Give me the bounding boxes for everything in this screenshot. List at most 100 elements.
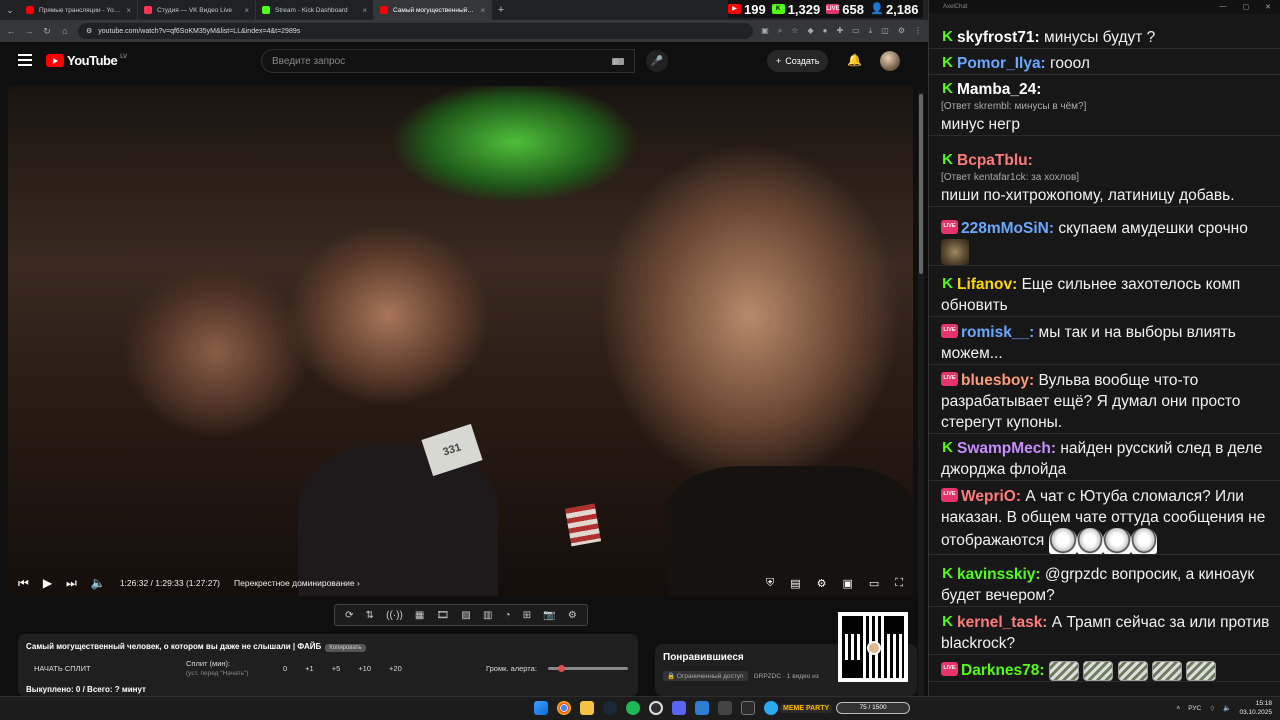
browser-tab-youtube-live[interactable]: Прямые трансляции - YouTube × (20, 0, 138, 20)
chat-username[interactable]: Lifanov: (957, 276, 1017, 293)
add-icon[interactable]: ⊞ (523, 610, 531, 621)
film-icon[interactable]: 🎞 (437, 610, 450, 621)
spotify-icon[interactable] (626, 701, 640, 715)
minimize-icon[interactable]: — (1220, 3, 1227, 11)
notifications-bell-icon[interactable]: 🔔 (847, 53, 862, 67)
chat-username[interactable]: BcpaTblu: (957, 152, 1033, 169)
chat-username[interactable]: 228mMoSiN: (961, 220, 1054, 237)
chat-username[interactable]: SwampMech: (957, 440, 1056, 457)
audio-icon[interactable]: ((·)) (386, 610, 403, 621)
sponsorblock-icon[interactable]: ⛨ (766, 577, 774, 590)
split-add-10-button[interactable]: +10 (358, 664, 371, 673)
video-player[interactable]: 331 (8, 86, 913, 596)
volume-tray-icon[interactable]: 🔈 (1223, 704, 1231, 712)
fullscreen-icon[interactable]: ⛶ (895, 577, 903, 590)
chapter-title[interactable]: Перекрестное доминирование › (234, 578, 360, 588)
browser-tab-kick-dashboard[interactable]: Stream - Kick Dashboard × (256, 0, 374, 20)
tab-close-icon[interactable]: × (126, 6, 131, 15)
chat-username[interactable]: romisk__: (961, 324, 1034, 341)
browser-tab-vk-studio[interactable]: Студия — VK Видео Live × (138, 0, 256, 20)
new-tab-button[interactable]: + (492, 4, 510, 16)
chat-username[interactable]: kavinsskiy: (957, 566, 1041, 583)
chat-username[interactable]: Darknes78: (961, 662, 1045, 679)
screenshot-icon[interactable]: 📷 (543, 610, 555, 621)
language-indicator[interactable]: РУС (1188, 705, 1201, 712)
browser-menu-icon[interactable]: ⋮ (914, 26, 922, 36)
voice-search-button[interactable]: 🎤 (646, 50, 668, 72)
chat-username[interactable]: Pomor_Ilya: (957, 55, 1046, 72)
maximize-icon[interactable]: ▢ (1243, 3, 1250, 11)
url-field[interactable]: ⚙ youtube.com/watch?v=qf6SoKM35yM&list=L… (78, 23, 754, 39)
pip-icon[interactable]: ▨ (461, 610, 470, 621)
steam-icon[interactable] (603, 701, 617, 715)
copy-button[interactable]: Копировать (325, 644, 366, 652)
play-icon[interactable]: ▶ (43, 576, 52, 590)
split-add-5-button[interactable]: +5 (332, 664, 341, 673)
theater-mode-icon[interactable]: ▭ (869, 577, 879, 590)
chrome-icon[interactable] (557, 701, 571, 715)
extension-icon[interactable]: ◆ (807, 26, 813, 36)
loop-icon[interactable]: ⟳ (345, 610, 353, 621)
browser-tab-active-video[interactable]: Самый могущественный человек × (374, 0, 492, 20)
previous-icon[interactable]: ⏮ (18, 576, 29, 591)
alert-volume-slider[interactable] (548, 665, 628, 672)
site-info-icon[interactable]: ⚙ (86, 27, 92, 35)
split-add-1-button[interactable]: +1 (305, 664, 314, 673)
meme-party-widget[interactable]: МЕМЕ PARTY 75 / 1500 (780, 698, 910, 718)
tray-chevron-icon[interactable]: ˄ (1176, 705, 1180, 712)
sidebar-icon[interactable]: ▭ (852, 26, 860, 36)
miniplayer-icon[interactable]: ▣ (842, 577, 852, 590)
install-icon[interactable]: ▣ (761, 26, 769, 36)
clock[interactable]: 15:18 03.10.2025 (1239, 699, 1272, 717)
menu-icon[interactable] (18, 54, 32, 69)
reload-icon[interactable]: ↻ (42, 26, 52, 37)
create-button[interactable]: + Создать (767, 50, 829, 72)
download-icon[interactable]: ⤓ (869, 26, 873, 36)
scrollbar-thumb[interactable] (919, 94, 923, 274)
youtube-logo[interactable]: YouTube LV (46, 53, 127, 68)
alert-volume-handle[interactable] (558, 665, 565, 672)
chat-username[interactable]: bluesboy: (961, 372, 1034, 389)
chat-username[interactable]: kernel_task: (957, 614, 1047, 631)
split-add-20-button[interactable]: +20 (389, 664, 402, 673)
settings-gear-icon[interactable]: ⚙ (817, 577, 827, 590)
gear-icon[interactable]: ⚙ (568, 610, 577, 621)
volume-icon[interactable]: 🔈 (91, 576, 106, 590)
forward-icon[interactable]: → (24, 26, 34, 36)
puzzle-icon[interactable]: ✚ (836, 26, 843, 36)
windows-start-icon[interactable] (534, 701, 548, 715)
start-split-button[interactable]: НАЧАТЬ СПЛИТ (34, 664, 91, 673)
network-icon[interactable]: ⌔ (1209, 704, 1215, 713)
sort-icon[interactable]: ⇅ (366, 610, 374, 621)
next-icon[interactable]: ⏭ (66, 576, 77, 591)
split-view-icon[interactable]: ◫ (881, 26, 889, 36)
speed-icon[interactable]: ◔ (505, 610, 511, 621)
tab-close-icon[interactable]: × (480, 6, 485, 15)
tab-close-icon[interactable]: × (362, 6, 367, 15)
obs-icon[interactable] (649, 701, 663, 715)
close-icon[interactable]: ✕ (1265, 3, 1271, 11)
page-scrollbar[interactable] (918, 92, 924, 720)
search-button[interactable]: ⌕ (596, 49, 636, 73)
chat-username[interactable]: WepriO: (961, 488, 1021, 505)
chat-username[interactable]: skyfrost71: (957, 29, 1040, 46)
app-icon[interactable] (718, 701, 732, 715)
discord-icon[interactable] (672, 701, 686, 715)
tab-search-icon[interactable]: ⌄ (0, 0, 20, 20)
settings-icon[interactable]: ⚙ (898, 26, 905, 36)
telegram-icon[interactable] (764, 701, 778, 715)
profile-extension-icon[interactable]: ● (823, 26, 828, 36)
chat-username[interactable]: Mamba_24: (957, 81, 1041, 98)
subtitles-icon[interactable]: ▤ (790, 577, 800, 590)
zoom-icon[interactable]: ⌕ (778, 26, 782, 36)
playlist-icon[interactable]: ▦ (415, 610, 424, 621)
search-input[interactable]: Введите запрос (261, 49, 635, 73)
tab-close-icon[interactable]: × (244, 6, 249, 15)
terminal-icon[interactable] (741, 701, 755, 715)
frames-icon[interactable]: ▥ (483, 610, 492, 621)
media-player-icon[interactable] (695, 701, 709, 715)
file-explorer-icon[interactable] (580, 701, 594, 715)
avatar[interactable] (880, 51, 900, 71)
back-icon[interactable]: ← (6, 26, 16, 36)
bookmark-star-icon[interactable]: ☆ (791, 26, 798, 36)
